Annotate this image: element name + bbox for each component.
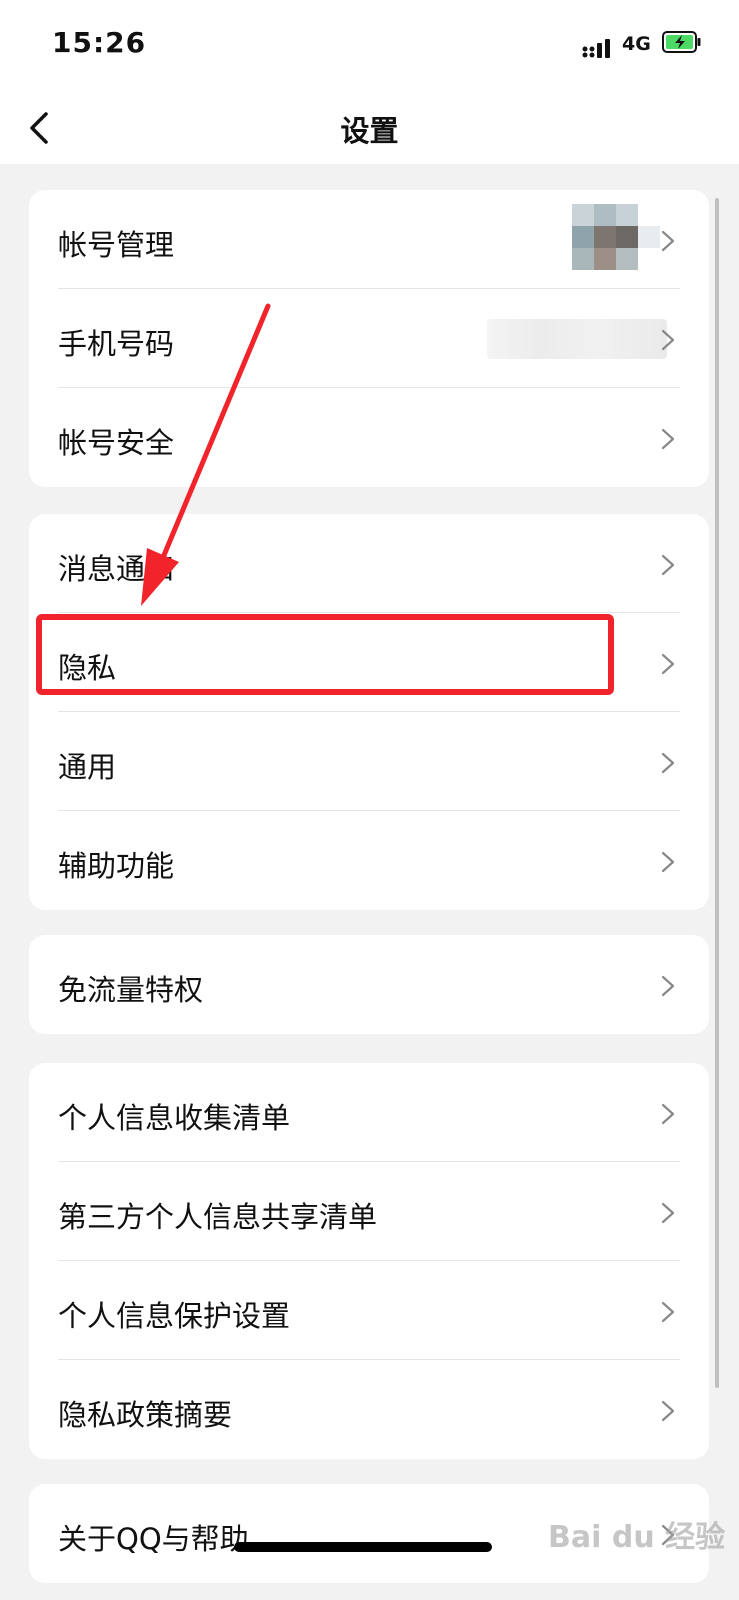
settings-group-personal-info: 个人信息收集清单 第三方个人信息共享清单 个人信息保护设置 隐私政策摘要 [29, 1063, 709, 1459]
settings-item-free-data-privilege[interactable]: 免流量特权 [29, 935, 709, 1034]
settings-item-label: 关于QQ与帮助 [58, 1522, 249, 1556]
settings-group-account: 帐号管理 手机号码 帐号安全 [29, 190, 709, 487]
network-type: 4G [622, 33, 651, 55]
settings-group-general: 消息通知 隐私 通用 辅助功能 [29, 514, 709, 910]
signal-icon [582, 39, 610, 58]
chevron-right-icon [661, 1400, 675, 1422]
settings-item-label: 帐号管理 [58, 228, 175, 262]
settings-item-label: 个人信息保护设置 [58, 1299, 291, 1333]
settings-item-third-party-sharing-list[interactable]: 第三方个人信息共享清单 [29, 1162, 709, 1261]
privacy-highlight-box [36, 614, 614, 695]
settings-item-label: 免流量特权 [58, 973, 204, 1007]
chevron-right-icon [661, 1301, 675, 1323]
settings-item-label: 手机号码 [58, 327, 175, 361]
settings-item-label: 隐私政策摘要 [58, 1398, 233, 1432]
chevron-right-icon [661, 230, 675, 252]
settings-item-general[interactable]: 通用 [29, 712, 709, 811]
settings-item-phone-number[interactable]: 手机号码 [29, 289, 709, 388]
settings-item-account-management[interactable]: 帐号管理 [29, 190, 709, 289]
chevron-right-icon [661, 752, 675, 774]
settings-item-label: 帐号安全 [58, 426, 175, 460]
chevron-right-icon [661, 1103, 675, 1125]
settings-item-label: 第三方个人信息共享清单 [58, 1200, 378, 1234]
settings-item-label: 个人信息收集清单 [58, 1101, 291, 1135]
watermark-logo: Bai du 经验 [548, 1520, 726, 1555]
chevron-right-icon [661, 975, 675, 997]
status-time: 15:26 [52, 26, 147, 59]
settings-item-accessibility[interactable]: 辅助功能 [29, 811, 709, 910]
masked-phone-number [487, 319, 667, 359]
avatar [556, 202, 676, 282]
settings-item-label: 辅助功能 [58, 849, 175, 883]
settings-item-label: 通用 [58, 750, 117, 784]
chevron-right-icon [661, 1202, 675, 1224]
chevron-right-icon [661, 554, 675, 576]
battery-charging-icon [662, 31, 701, 53]
settings-item-info-collection-list[interactable]: 个人信息收集清单 [29, 1063, 709, 1162]
home-indicator[interactable] [234, 1542, 492, 1552]
settings-item-notifications[interactable]: 消息通知 [29, 514, 709, 613]
settings-item-account-security[interactable]: 帐号安全 [29, 388, 709, 487]
nav-bar: 设置 [0, 90, 739, 164]
chevron-right-icon [661, 653, 675, 675]
chevron-right-icon [661, 851, 675, 873]
scrollbar[interactable] [715, 198, 719, 1388]
status-bar: 15:26 4G [0, 0, 739, 90]
settings-item-privacy-policy-summary[interactable]: 隐私政策摘要 [29, 1360, 709, 1459]
chevron-right-icon [661, 428, 675, 450]
chevron-right-icon [661, 329, 675, 351]
settings-group-data-privilege: 免流量特权 [29, 935, 709, 1034]
settings-item-info-protection-settings[interactable]: 个人信息保护设置 [29, 1261, 709, 1360]
settings-item-label: 消息通知 [58, 552, 175, 586]
page-title: 设置 [340, 114, 399, 148]
